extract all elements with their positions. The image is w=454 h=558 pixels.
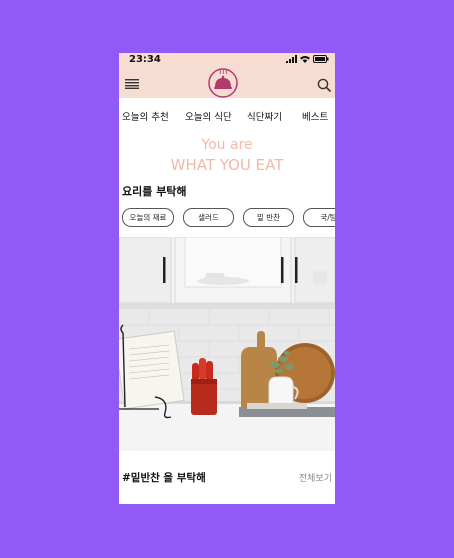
chip-soup[interactable]: 국/탕: [303, 208, 335, 227]
side-dish-section-title: #밑반찬 을 부탁해: [122, 472, 206, 484]
tab-today-meal[interactable]: 오늘의 식단: [185, 109, 232, 123]
signal-icon: [286, 55, 297, 63]
category-tabs: 오늘의 추천 오늘의 식단 식단짜기 베스트: [119, 98, 335, 132]
status-time: 23:34: [129, 54, 161, 65]
view-all-link[interactable]: 전체보기: [299, 471, 332, 484]
wifi-icon: [300, 56, 310, 63]
app-header: [119, 67, 335, 98]
status-bar: 23:34: [119, 53, 335, 67]
cloche-logo-icon[interactable]: [208, 68, 238, 98]
chip-today-ingredient[interactable]: 오늘의 재료: [122, 208, 174, 227]
tab-best[interactable]: 베스트: [302, 109, 328, 123]
chip-salad[interactable]: 샐러드: [183, 208, 234, 227]
phone-screen: 23:34 오늘의 추천 오늘의 식단 식단짜기 베스트 You are WHA…: [119, 53, 335, 504]
kitchen-photo: [119, 237, 335, 451]
menu-icon[interactable]: [125, 79, 139, 89]
hero-line-1: You are: [201, 137, 253, 153]
tab-today-recommend[interactable]: 오늘의 추천: [122, 109, 169, 123]
search-icon[interactable]: [317, 78, 331, 92]
section-title: 요리를 부탁해: [122, 185, 187, 198]
tab-meal-planner[interactable]: 식단짜기: [247, 109, 282, 123]
chip-side-dish[interactable]: 밑 반찬: [243, 208, 294, 227]
hero-line-2: WHAT YOU EAT: [170, 156, 284, 174]
battery-icon: [313, 55, 329, 63]
